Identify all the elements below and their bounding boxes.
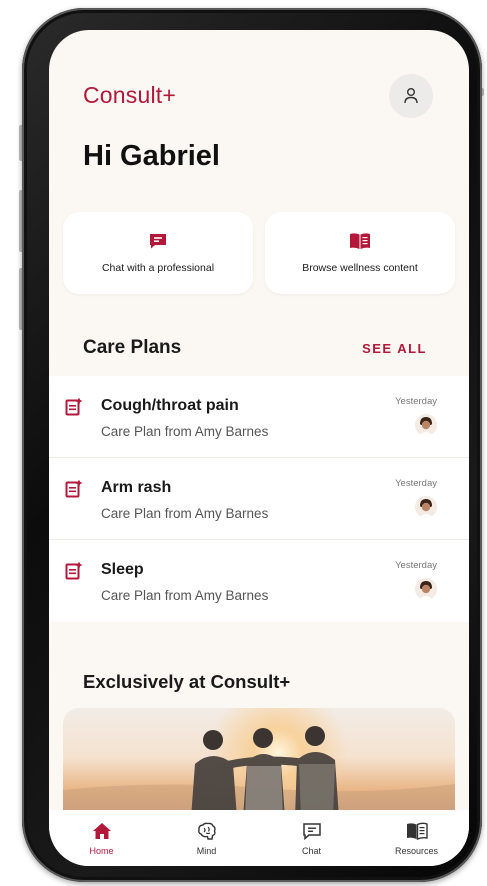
friends-sunset-image [63, 708, 455, 818]
browse-wellness-label: Browse wellness content [302, 262, 418, 274]
nav-mind[interactable]: Mind [172, 822, 242, 866]
user-icon [404, 88, 418, 104]
care-plan-title: Cough/throat pain [101, 397, 239, 414]
care-plan-item[interactable]: Cough/throat pain Care Plan from Amy Bar… [49, 376, 469, 458]
greeting-title: Hi Gabriel [83, 140, 220, 172]
home-icon [92, 823, 111, 839]
profile-button[interactable] [389, 74, 433, 118]
care-plans-heading: Care Plans [83, 337, 182, 358]
provider-avatar [415, 578, 437, 600]
care-plan-title: Arm rash [101, 479, 172, 496]
nav-chat-label: Chat [301, 846, 321, 856]
exclusive-heading: Exclusively at Consult+ [83, 671, 291, 692]
brain-icon [197, 822, 216, 840]
care-plan-item[interactable]: Sleep Care Plan from Amy Barnes Yesterda… [49, 540, 469, 622]
care-plan-item[interactable]: Arm rash Care Plan from Amy Barnes Yeste… [49, 458, 469, 540]
care-plan-list: Cough/throat pain Care Plan from Amy Bar… [49, 376, 469, 622]
book-icon [406, 822, 428, 840]
chat-with-professional-label: Chat with a professional [101, 262, 215, 274]
nav-resources-label: Resources [394, 846, 439, 856]
exclusive-promo-card[interactable] [63, 708, 455, 818]
care-plan-title: Sleep [101, 561, 144, 578]
care-plan-icon [65, 562, 83, 585]
book-icon [350, 233, 370, 249]
app-screen: Consult+ Hi Gabriel Chat with a professi… [49, 30, 469, 866]
care-plan-subtitle: Care Plan from Amy Barnes [101, 424, 269, 439]
nav-home-label: Home [89, 846, 114, 856]
brand-logo: Consult+ [83, 82, 177, 108]
care-plan-icon [65, 398, 83, 421]
care-plan-subtitle: Care Plan from Amy Barnes [101, 506, 269, 521]
nav-home[interactable]: Home [67, 822, 137, 866]
care-plan-icon [65, 480, 83, 503]
see-all-link[interactable]: SEE ALL [362, 341, 427, 356]
chat-icon [150, 234, 166, 249]
nav-chat[interactable]: Chat [277, 822, 347, 866]
chat-with-professional-card[interactable]: Chat with a professional [63, 212, 253, 294]
care-plan-time: Yesterday [395, 478, 437, 489]
bottom-navigation: Home Mind Chat Resources [49, 810, 469, 866]
care-plan-time: Yesterday [395, 396, 437, 407]
care-plan-subtitle: Care Plan from Amy Barnes [101, 588, 269, 603]
provider-avatar [415, 496, 437, 518]
nav-resources[interactable]: Resources [382, 822, 452, 866]
provider-avatar [415, 414, 437, 436]
nav-mind-label: Mind [196, 846, 217, 856]
care-plan-time: Yesterday [395, 560, 437, 571]
browse-wellness-card[interactable]: Browse wellness content [265, 212, 455, 294]
chat-icon [302, 823, 321, 840]
